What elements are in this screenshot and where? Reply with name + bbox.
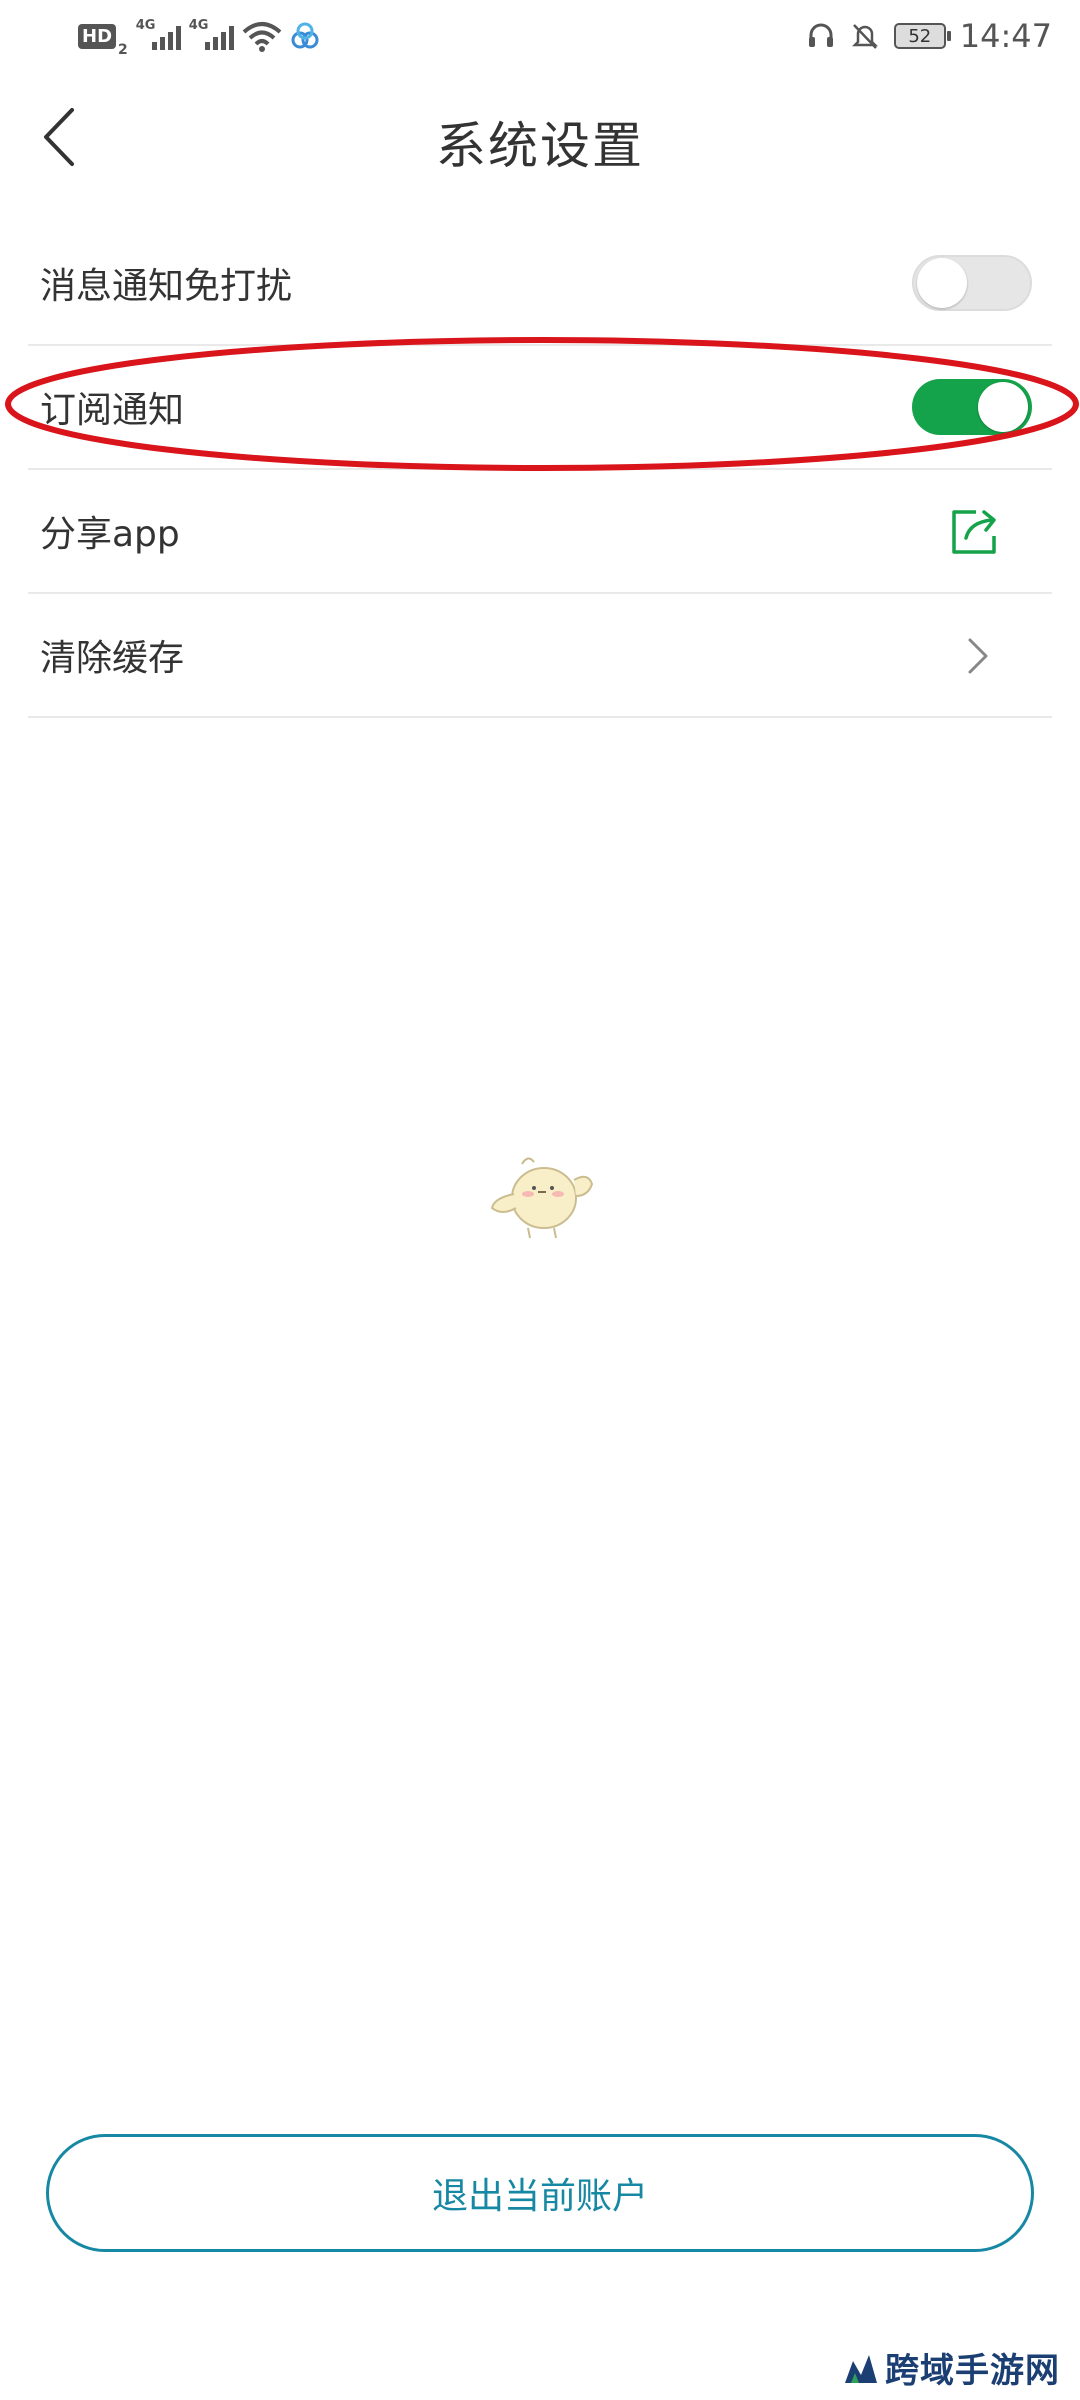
status-bar-left: HD 2 4G 4G xyxy=(78,14,320,58)
setting-label-share: 分享app xyxy=(40,514,180,555)
setting-row-subscription[interactable]: 订阅通知 xyxy=(28,346,1052,470)
mute-bell-icon xyxy=(851,24,878,49)
headset-icon xyxy=(808,23,833,47)
app-header: 系统设置 xyxy=(0,72,1080,202)
subscription-toggle[interactable] xyxy=(912,379,1032,435)
dnd-toggle[interactable] xyxy=(912,255,1032,311)
status-bar-right: 52 14:47 xyxy=(806,14,1052,58)
watermark-text: 跨域手游网 xyxy=(885,2350,1060,2391)
setting-label-clear-cache: 清除缓存 xyxy=(40,638,185,679)
toggle-knob xyxy=(978,382,1028,432)
setting-row-share[interactable]: 分享app xyxy=(28,470,1052,594)
page-title: 系统设置 xyxy=(436,117,644,175)
sim2-signal-icon: 4G xyxy=(189,18,234,50)
site-watermark: 跨域手游网 xyxy=(841,2342,1060,2392)
toggle-knob xyxy=(917,258,967,308)
cloud-sync-icon xyxy=(291,22,319,49)
setting-label-subscription: 订阅通知 xyxy=(40,390,185,431)
setting-label-dnd: 消息通知免打扰 xyxy=(40,266,293,307)
clock: 14:47 xyxy=(959,17,1052,55)
setting-row-clear-cache[interactable]: 清除缓存 xyxy=(28,594,1052,718)
hd-voice-sim-number: 2 xyxy=(118,42,128,58)
sim1-signal-icon: 4G xyxy=(136,18,181,50)
chevron-right-icon xyxy=(968,638,988,674)
battery-icon: 52 xyxy=(893,23,951,49)
logout-button[interactable]: 退出当前账户 xyxy=(46,2134,1034,2252)
sim2-network-type: 4G xyxy=(188,18,209,33)
mascot-chick-icon xyxy=(490,1157,594,1239)
hd-voice-badge: HD xyxy=(78,23,117,49)
share-icon[interactable] xyxy=(948,506,1004,558)
setting-row-dnd[interactable]: 消息通知免打扰 xyxy=(28,222,1052,346)
status-bar: HD 2 4G 4G 52 14:47 xyxy=(0,0,1080,72)
wifi-icon xyxy=(242,22,282,52)
watermark-logo-icon xyxy=(845,2355,877,2383)
settings-list: 消息通知免打扰 订阅通知 分享app 清除缓存 xyxy=(28,222,1052,718)
sim1-network-type: 4G xyxy=(135,18,156,33)
